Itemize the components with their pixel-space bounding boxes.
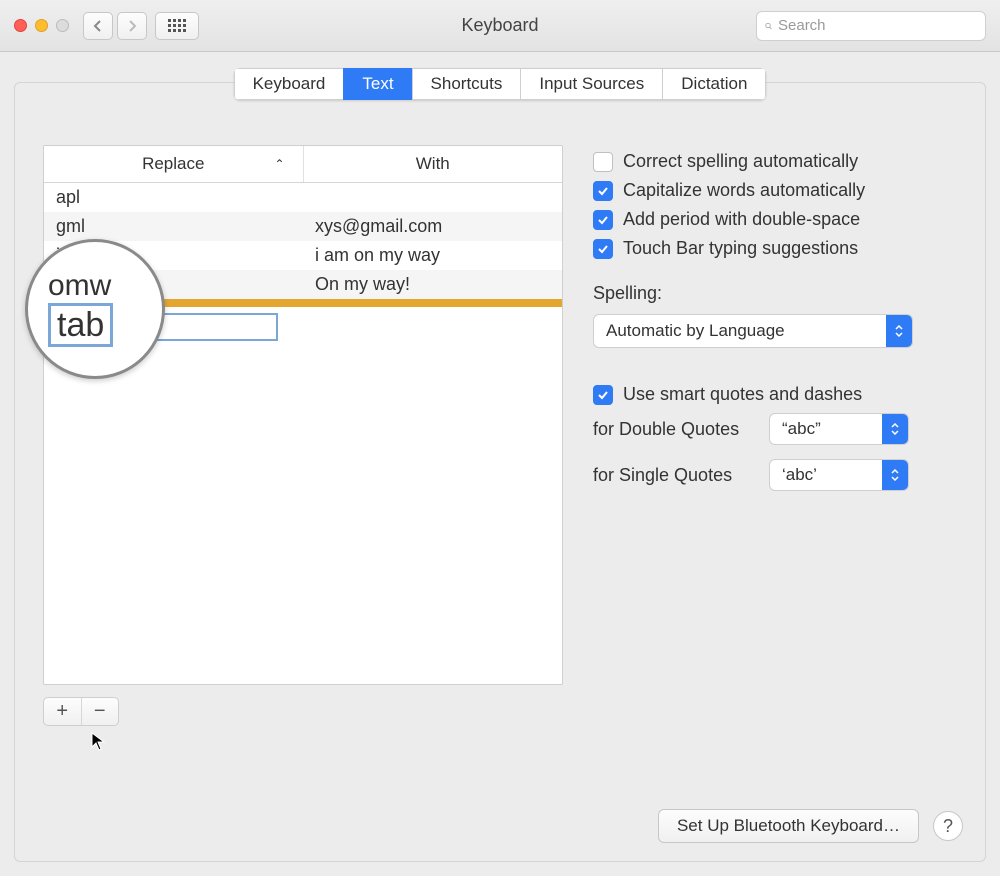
- table-row[interactable]: gml xys@gmail.com: [44, 212, 562, 241]
- add-button[interactable]: +: [44, 698, 82, 725]
- search-icon: [765, 19, 772, 33]
- tab-input-sources[interactable]: Input Sources: [520, 68, 662, 100]
- checkbox-icon[interactable]: [593, 210, 613, 230]
- panel-body: Replace ⌃ With apl gml xys@gmail.com: [15, 115, 985, 726]
- table-row[interactable]: apl: [44, 183, 562, 212]
- tab-keyboard[interactable]: Keyboard: [234, 68, 344, 100]
- chevron-updown-icon: [882, 414, 908, 444]
- option-label: Add period with double-space: [623, 209, 860, 230]
- select-value: ‘abc’: [770, 460, 882, 490]
- double-quotes-row: for Double Quotes “abc”: [593, 413, 957, 445]
- replacements-table[interactable]: Replace ⌃ With apl gml xys@gmail.com: [43, 145, 563, 685]
- single-quotes-row: for Single Quotes ‘abc’: [593, 459, 957, 491]
- double-quotes-select[interactable]: “abc”: [769, 413, 909, 445]
- search-field[interactable]: [756, 11, 986, 41]
- select-value: Automatic by Language: [594, 315, 886, 347]
- checkbox-icon[interactable]: [593, 385, 613, 405]
- option-add-period[interactable]: Add period with double-space: [593, 209, 957, 230]
- show-all-button[interactable]: [155, 12, 199, 40]
- add-remove-segmented: + −: [43, 697, 119, 726]
- magnifier-row-tab: tab: [48, 303, 113, 347]
- close-window-button[interactable]: [14, 19, 27, 32]
- col-with[interactable]: With: [304, 146, 563, 182]
- chevron-updown-icon: [882, 460, 908, 490]
- nav-buttons: [83, 12, 147, 40]
- table-header: Replace ⌃ With: [44, 146, 562, 183]
- back-button[interactable]: [83, 12, 113, 40]
- tab-dictation[interactable]: Dictation: [662, 68, 766, 100]
- tab-shortcuts[interactable]: Shortcuts: [412, 68, 521, 100]
- titlebar: Keyboard: [0, 0, 1000, 52]
- cell-with: [303, 299, 562, 307]
- cell-with: i am on my way: [303, 241, 562, 270]
- checkbox-icon[interactable]: [593, 152, 613, 172]
- option-label: Capitalize words automatically: [623, 180, 865, 201]
- single-quotes-label: for Single Quotes: [593, 465, 755, 486]
- cursor-icon: [91, 732, 107, 757]
- option-label: Use smart quotes and dashes: [623, 384, 862, 405]
- tab-text[interactable]: Text: [343, 68, 411, 100]
- setup-bluetooth-button[interactable]: Set Up Bluetooth Keyboard…: [658, 809, 919, 843]
- option-label: Correct spelling automatically: [623, 151, 858, 172]
- grid-icon: [168, 19, 186, 32]
- option-smart-quotes[interactable]: Use smart quotes and dashes: [593, 384, 957, 405]
- panel: Keyboard Text Shortcuts Input Sources Di…: [14, 82, 986, 862]
- magnifier-row-omw: omw: [48, 271, 162, 301]
- spelling-select[interactable]: Automatic by Language: [593, 314, 913, 348]
- checkbox-icon[interactable]: [593, 181, 613, 201]
- cell-with: On my way!: [303, 270, 562, 299]
- window-controls: [14, 19, 69, 32]
- checkbox-icon[interactable]: [593, 239, 613, 259]
- option-correct-spelling[interactable]: Correct spelling automatically: [593, 151, 957, 172]
- cell-replace: gml: [44, 212, 303, 241]
- forward-button[interactable]: [117, 12, 147, 40]
- minimize-window-button[interactable]: [35, 19, 48, 32]
- cell-with: [303, 183, 562, 212]
- content: Keyboard Text Shortcuts Input Sources Di…: [0, 52, 1000, 876]
- select-value: “abc”: [770, 414, 882, 444]
- window-title: Keyboard: [461, 15, 538, 36]
- chevron-updown-icon: [886, 315, 912, 347]
- zoom-window-button[interactable]: [56, 19, 69, 32]
- spelling-label: Spelling:: [593, 283, 957, 304]
- options-area: Correct spelling automatically Capitaliz…: [593, 145, 957, 726]
- text-replacements-area: Replace ⌃ With apl gml xys@gmail.com: [43, 145, 563, 726]
- sort-caret-icon: ⌃: [274, 157, 284, 171]
- cell-with: xys@gmail.com: [303, 212, 562, 241]
- bottom-row: Set Up Bluetooth Keyboard… ?: [658, 809, 963, 843]
- magnifier-callout: omw tab: [25, 239, 165, 379]
- double-quotes-label: for Double Quotes: [593, 419, 755, 440]
- cell-replace: apl: [44, 183, 303, 212]
- single-quotes-select[interactable]: ‘abc’: [769, 459, 909, 491]
- col-replace[interactable]: Replace ⌃: [44, 146, 304, 182]
- option-touch-bar[interactable]: Touch Bar typing suggestions: [593, 238, 957, 259]
- search-input[interactable]: [778, 17, 977, 34]
- remove-button[interactable]: −: [82, 698, 119, 725]
- col-replace-label: Replace: [142, 154, 204, 173]
- option-label: Touch Bar typing suggestions: [623, 238, 858, 259]
- option-capitalize[interactable]: Capitalize words automatically: [593, 180, 957, 201]
- help-button[interactable]: ?: [933, 811, 963, 841]
- tab-bar: Keyboard Text Shortcuts Input Sources Di…: [15, 68, 985, 100]
